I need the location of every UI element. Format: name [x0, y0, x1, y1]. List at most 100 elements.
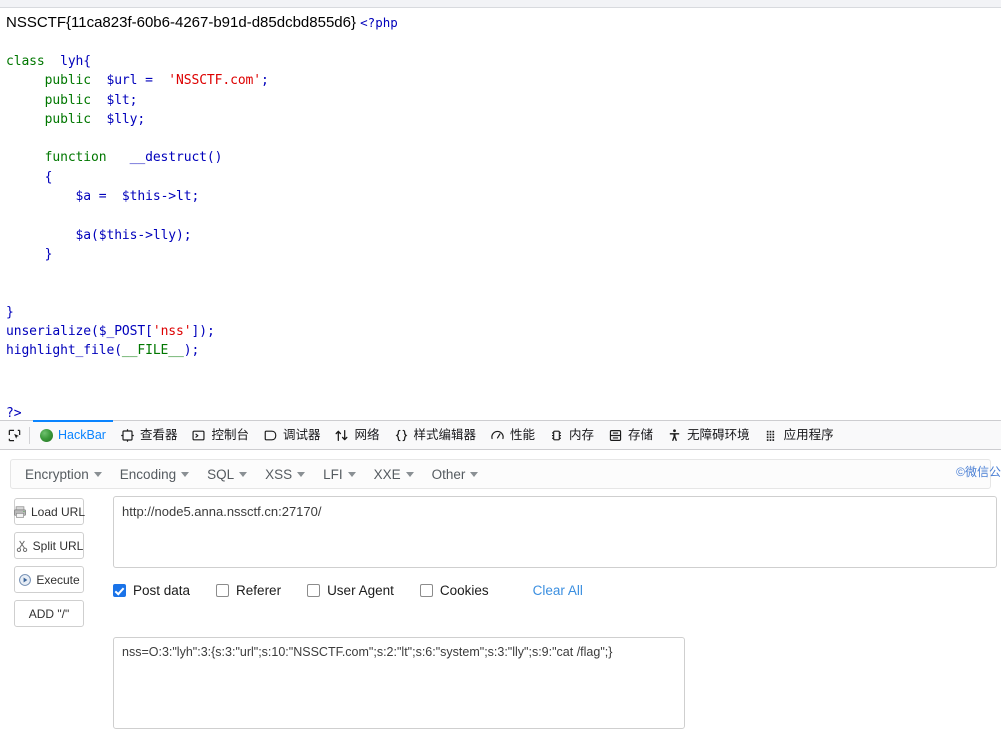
checkbox-referer[interactable]: Referer: [216, 583, 281, 598]
code-token: (: [114, 343, 122, 359]
hackbar-menu-lfi[interactable]: LFI: [319, 467, 370, 482]
browser-top-strip: [0, 0, 1001, 8]
code-token: $a: [6, 227, 92, 243]
hackbar-button-add[interactable]: ADD "/": [14, 600, 84, 627]
checkbox-box[interactable]: [216, 584, 230, 597]
chevron-down-icon: [93, 471, 102, 477]
storage-icon: [608, 428, 623, 443]
devtools-tab-list: HackBar 查看器 控制台 调试器 网络 样式编辑器 性能 内存 存储 无障碍环境 应用程序: [33, 419, 841, 450]
checkbox-cookies[interactable]: Cookies: [419, 583, 489, 598]
flag-line: NSSCTF{11ca823f-60b6-4267-b91d-d85dcbd85…: [6, 14, 398, 31]
memory-icon: [549, 428, 564, 443]
hackbar-menubar: Encryption Encoding SQL XSS LFI XXE Other: [10, 459, 991, 489]
hackbar-button-label: Execute: [36, 572, 80, 587]
code-token: 'NSSCTF.com': [160, 73, 262, 89]
hackbar-button-load-url[interactable]: Load URL: [14, 498, 86, 525]
code-token: ->: [137, 227, 153, 243]
hackbar-menu-encryption[interactable]: Encryption: [21, 467, 116, 482]
url-input[interactable]: [113, 496, 997, 568]
code-token: lly: [152, 227, 177, 243]
code-line: public $lly;: [6, 110, 269, 129]
code-token: (: [91, 227, 99, 243]
hackbar-button-label: Split URL: [32, 538, 84, 553]
checkbox-user-agent[interactable]: User Agent: [307, 583, 394, 598]
hackbar-menu-xss[interactable]: XSS: [261, 467, 319, 482]
code-token: [: [145, 324, 153, 340]
debugger-icon: [263, 428, 278, 443]
devtools-tab-hackbar[interactable]: HackBar: [33, 419, 113, 450]
checkbox-box[interactable]: [419, 584, 433, 597]
inspector-icon: [120, 428, 135, 443]
devtools-tab-label: 无障碍环境: [687, 427, 750, 442]
code-token: ]);: [191, 324, 215, 340]
hackbar-menu-other[interactable]: Other: [428, 467, 493, 482]
hackbar-menu-label: Other: [431, 466, 466, 482]
devtools-tab-accessibility[interactable]: 无障碍环境: [660, 421, 757, 450]
php-close-tag-line: ?>: [6, 404, 22, 418]
code-line: {: [6, 168, 269, 187]
devtools-tab-memory[interactable]: 内存: [542, 421, 601, 450]
style-editor-icon: [394, 428, 409, 443]
hackbar-button-split-url[interactable]: Split URL: [14, 532, 84, 559]
hackbar-menu-label: XXE: [373, 466, 401, 482]
chevron-down-icon: [405, 471, 414, 477]
devtools-tab-label: 应用程序: [783, 427, 834, 442]
checkbox-box[interactable]: [307, 584, 321, 597]
code-token: );: [176, 227, 192, 243]
console-icon: [191, 428, 206, 443]
devtools-tab-label: 控制台: [211, 427, 249, 442]
element-picker-icon[interactable]: [0, 421, 28, 449]
devtools-tab-network[interactable]: 网络: [327, 421, 386, 450]
devtools-tab-label: 存储: [628, 427, 654, 442]
devtools-tab-inspector[interactable]: 查看器: [113, 421, 185, 450]
hackbar-menu-label: LFI: [323, 466, 343, 482]
hackbar-option-checkboxes: Post data Referer User Agent Cookies Clear A…: [113, 583, 583, 598]
code-token: public: [6, 111, 99, 127]
code-line: unserialize($_POST['nss']);: [6, 322, 269, 341]
devtools-tab-debugger[interactable]: 调试器: [256, 421, 328, 450]
hackbar-menu-sql[interactable]: SQL: [203, 467, 261, 482]
devtools-tab-label: 样式编辑器: [413, 427, 477, 442]
devtools-tab-label: HackBar: [58, 427, 106, 442]
accessibility-icon: [667, 428, 682, 443]
devtools-toolbar: HackBar 查看器 控制台 调试器 网络 样式编辑器 性能 内存 存储 无障碍环境 应用程序: [0, 419, 1001, 450]
hackbar-menu-xxe[interactable]: XXE: [370, 467, 428, 482]
devtools-tab-storage[interactable]: 存储: [601, 421, 660, 450]
watermark-text: ©微信公: [956, 465, 1001, 479]
hackbar-button-label: Load URL: [30, 504, 86, 519]
checkbox-box[interactable]: [113, 584, 126, 597]
code-token: __destruct: [114, 150, 207, 166]
hackbar-button-execute[interactable]: Execute: [14, 566, 84, 593]
chevron-down-icon: [181, 471, 190, 477]
clear-all-link[interactable]: Clear All: [533, 583, 583, 598]
code-token: public: [6, 73, 99, 89]
code-token: lyh{: [44, 54, 92, 69]
devtools-tab-application[interactable]: 应用程序: [757, 421, 841, 450]
code-line: class lyh{: [6, 52, 269, 71]
devtools-tab-performance[interactable]: 性能: [483, 421, 542, 450]
php-open-tag: <?php: [360, 15, 398, 30]
code-token: highlight_file: [6, 343, 115, 359]
devtools-tab-style-editor[interactable]: 样式编辑器: [387, 421, 484, 450]
devtools-tab-label: 查看器: [139, 427, 178, 442]
checkbox-post-data[interactable]: Post data: [113, 583, 190, 598]
code-token: =: [137, 73, 161, 89]
devtools-tab-label: 网络: [354, 427, 380, 442]
devtools-tab-console[interactable]: 控制台: [184, 421, 256, 450]
post-data-input[interactable]: [113, 637, 685, 729]
code-token: __FILE__: [121, 343, 184, 359]
code-token: }: [6, 246, 53, 262]
code-token: $url: [98, 73, 138, 89]
code-token: }: [6, 304, 14, 320]
code-token: $_POST: [98, 324, 146, 340]
hackbar-menu-label: Encoding: [119, 466, 177, 482]
hackbar-icon: [40, 428, 53, 442]
code-token: (): [206, 150, 223, 166]
code-line: }: [6, 303, 269, 322]
hackbar-menu-label: Encryption: [25, 466, 89, 482]
hackbar-menu-encoding[interactable]: Encoding: [116, 467, 203, 482]
screen-root: NSSCTF{11ca823f-60b6-4267-b91d-d85dcbd85…: [0, 0, 1001, 729]
chevron-down-icon: [470, 471, 479, 477]
